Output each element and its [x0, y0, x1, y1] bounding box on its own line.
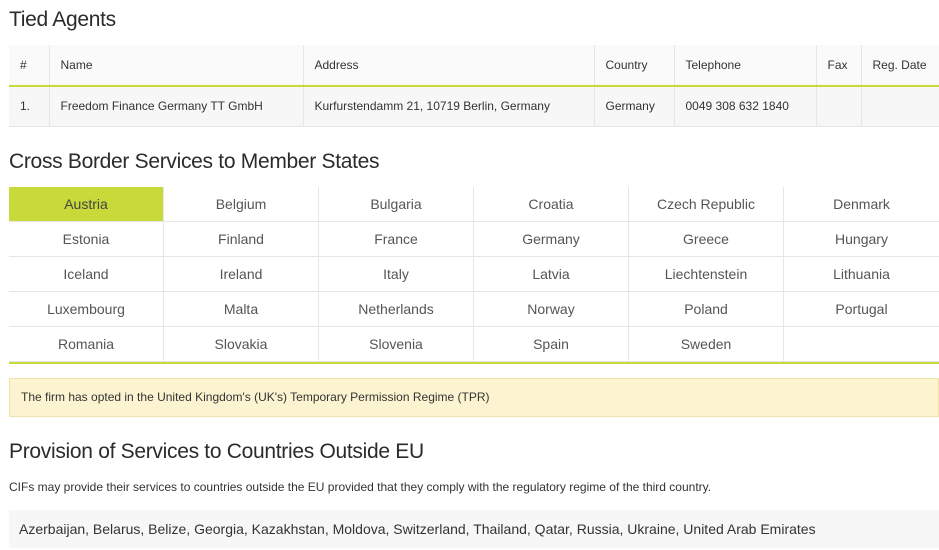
- tied-agents-table: # Name Address Country Telephone Fax Reg…: [9, 45, 939, 127]
- cell-address: Kurfurstendamm 21, 10719 Berlin, Germany: [302, 86, 594, 127]
- member-state-estonia[interactable]: Estonia: [9, 222, 164, 257]
- col-header-name: Name: [48, 45, 303, 87]
- table-header-row: # Name Address Country Telephone Fax Reg…: [9, 45, 939, 87]
- member-state-austria[interactable]: Austria: [9, 187, 164, 222]
- outside-eu-description: CIFs may provide their services to count…: [9, 480, 712, 494]
- page: Tied Agents # Name Address Country Telep…: [0, 0, 939, 550]
- member-state-portugal[interactable]: Portugal: [784, 292, 939, 327]
- member-state-slovakia[interactable]: Slovakia: [164, 327, 319, 362]
- member-state-france[interactable]: France: [319, 222, 474, 257]
- col-header-number: #: [9, 45, 49, 87]
- member-state-slovenia[interactable]: Slovenia: [319, 327, 474, 362]
- member-state-bulgaria[interactable]: Bulgaria: [319, 187, 474, 222]
- member-state-empty: [784, 327, 939, 362]
- cell-name: Freedom Finance Germany TT GmbH: [48, 86, 303, 127]
- member-state-finland[interactable]: Finland: [164, 222, 319, 257]
- member-state-lithuania[interactable]: Lithuania: [784, 257, 939, 292]
- cell-fax: [815, 86, 861, 127]
- member-state-ireland[interactable]: Ireland: [164, 257, 319, 292]
- col-header-telephone: Telephone: [673, 45, 816, 87]
- member-state-denmark[interactable]: Denmark: [784, 187, 939, 222]
- member-state-malta[interactable]: Malta: [164, 292, 319, 327]
- member-state-poland[interactable]: Poland: [629, 292, 784, 327]
- member-state-latvia[interactable]: Latvia: [474, 257, 629, 292]
- member-state-spain[interactable]: Spain: [474, 327, 629, 362]
- member-state-norway[interactable]: Norway: [474, 292, 629, 327]
- member-state-germany[interactable]: Germany: [474, 222, 629, 257]
- col-header-address: Address: [302, 45, 594, 87]
- cell-reg-date: [860, 86, 939, 127]
- member-state-luxembourg[interactable]: Luxembourg: [9, 292, 164, 327]
- member-states-grid: Austria Belgium Bulgaria Croatia Czech Repub…: [9, 187, 939, 364]
- member-state-sweden[interactable]: Sweden: [629, 327, 784, 362]
- col-header-country: Country: [593, 45, 674, 87]
- outside-eu-title: Provision of Services to Countries Outsi…: [9, 440, 424, 463]
- cross-border-title: Cross Border Services to Member States: [9, 150, 380, 173]
- cell-telephone: 0049 308 632 1840: [673, 86, 816, 127]
- member-state-italy[interactable]: Italy: [319, 257, 474, 292]
- member-state-liechtenstein[interactable]: Liechtenstein: [629, 257, 784, 292]
- tpr-notice: The firm has opted in the United Kingdom…: [9, 378, 939, 417]
- col-header-reg-date: Reg. Date: [860, 45, 939, 87]
- cell-number: 1.: [9, 86, 49, 127]
- member-state-greece[interactable]: Greece: [629, 222, 784, 257]
- member-state-belgium[interactable]: Belgium: [164, 187, 319, 222]
- cell-country: Germany: [593, 86, 674, 127]
- member-state-netherlands[interactable]: Netherlands: [319, 292, 474, 327]
- member-state-czech-republic[interactable]: Czech Republic: [629, 187, 784, 222]
- col-header-fax: Fax: [815, 45, 861, 87]
- outside-eu-countries: Azerbaijan, Belarus, Belize, Georgia, Ka…: [9, 510, 939, 548]
- member-state-croatia[interactable]: Croatia: [474, 187, 629, 222]
- member-state-romania[interactable]: Romania: [9, 327, 164, 362]
- member-state-iceland[interactable]: Iceland: [9, 257, 164, 292]
- table-row: 1. Freedom Finance Germany TT GmbH Kurfu…: [9, 86, 939, 127]
- member-state-hungary[interactable]: Hungary: [784, 222, 939, 257]
- tied-agents-title: Tied Agents: [9, 8, 116, 31]
